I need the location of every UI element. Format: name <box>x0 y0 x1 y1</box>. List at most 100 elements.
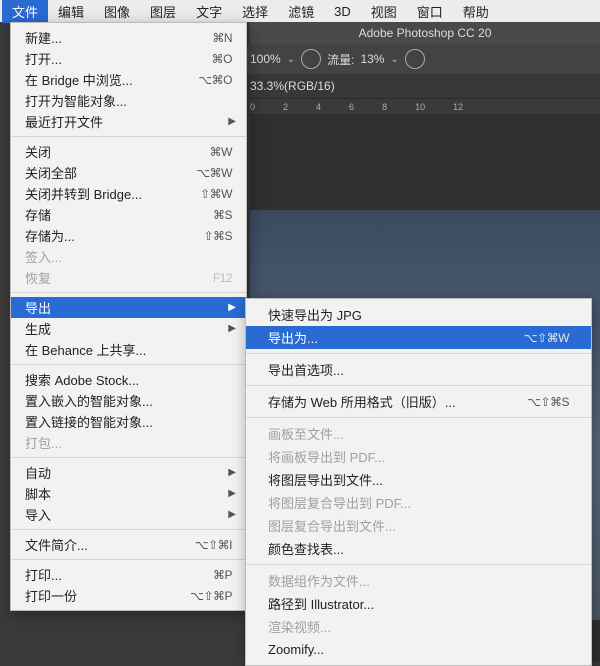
export-menu-item: 将图层复合导出到 PDF... <box>246 491 591 514</box>
menubar-item-图像[interactable]: 图像 <box>94 0 140 23</box>
menubar-item-滤镜[interactable]: 滤镜 <box>278 0 324 23</box>
file-menu: 新建...⌘N打开...⌘O在 Bridge 中浏览...⌥⌘O打开为智能对象.… <box>10 22 247 611</box>
menu-shortcut: ⌥⇧⌘W <box>524 331 569 345</box>
export-menu-item[interactable]: 导出首选项... <box>246 358 591 381</box>
ruler-tick: 4 <box>316 102 321 112</box>
menu-item-label: 存储为... <box>25 226 203 245</box>
menu-separator <box>246 564 591 565</box>
menu-item-label: 路径到 Illustrator... <box>268 594 569 613</box>
menu-item-label: 导出 <box>25 298 232 317</box>
menubar-item-帮助[interactable]: 帮助 <box>453 0 499 23</box>
menubar-item-文件[interactable]: 文件 <box>2 0 48 23</box>
menu-item-label: 将画板导出到 PDF... <box>268 447 569 466</box>
file-menu-item[interactable]: 置入链接的智能对象... <box>11 411 246 432</box>
menu-separator <box>11 292 246 293</box>
export-menu-item: 图层复合导出到文件... <box>246 514 591 537</box>
file-menu-item[interactable]: 搜索 Adobe Stock... <box>11 369 246 390</box>
file-menu-item[interactable]: 存储⌘S <box>11 204 246 225</box>
ruler-tick: 12 <box>453 102 463 112</box>
file-menu-item[interactable]: 在 Bridge 中浏览...⌥⌘O <box>11 69 246 90</box>
menu-item-label: 置入嵌入的智能对象... <box>25 391 232 410</box>
file-menu-item[interactable]: 存储为...⇧⌘S <box>11 225 246 246</box>
menu-shortcut: ⌘P <box>213 568 232 582</box>
menu-shortcut: ⌥⇧⌘S <box>527 395 569 409</box>
export-menu-item[interactable]: 快速导出为 JPG <box>246 303 591 326</box>
menu-shortcut: ⌥⇧⌘P <box>190 589 232 603</box>
file-menu-item[interactable]: 导入▶ <box>11 504 246 525</box>
file-menu-item[interactable]: 导出▶ <box>11 297 246 318</box>
export-submenu: 快速导出为 JPG 导出为...⌥⇧⌘W 导出首选项... 存储为 Web 所用格式（… <box>245 298 592 666</box>
menu-shortcut: ⌥⇧⌘I <box>195 538 232 552</box>
airbrush-icon[interactable] <box>405 49 425 69</box>
flow-value[interactable]: 13% <box>360 52 384 66</box>
submenu-arrow-icon: ▶ <box>228 116 236 127</box>
menu-separator <box>11 559 246 560</box>
menu-item-label: 将图层导出到文件... <box>268 470 569 489</box>
export-menu-item[interactable]: 导出为...⌥⇧⌘W <box>246 326 591 349</box>
export-menu-item[interactable]: Zoomify... <box>246 638 591 661</box>
menu-item-label: 导出为... <box>268 328 524 347</box>
file-menu-item[interactable]: 关闭⌘W <box>11 141 246 162</box>
menu-item-label: 图层复合导出到文件... <box>268 516 569 535</box>
menu-item-label: 新建... <box>25 28 212 47</box>
chevron-down-icon[interactable]: ⌄ <box>287 54 295 65</box>
menu-item-label: 生成 <box>25 319 232 338</box>
menu-item-label: 导出首选项... <box>268 360 569 379</box>
menu-separator <box>246 417 591 418</box>
file-menu-item[interactable]: 最近打开文件▶ <box>11 111 246 132</box>
file-menu-item: 恢复F12 <box>11 267 246 288</box>
menubar-item-编辑[interactable]: 编辑 <box>48 0 94 23</box>
document-tab[interactable]: 33.3%(RGB/16) <box>244 74 600 98</box>
ruler-tick: 0 <box>250 102 255 112</box>
export-menu-item: 渲染视频... <box>246 615 591 638</box>
menu-shortcut: F12 <box>213 271 232 285</box>
file-menu-item[interactable]: 置入嵌入的智能对象... <box>11 390 246 411</box>
file-menu-item: 打包... <box>11 432 246 453</box>
file-menu-item[interactable]: 脚本▶ <box>11 483 246 504</box>
menubar-item-窗口[interactable]: 窗口 <box>407 0 453 23</box>
menu-separator <box>246 385 591 386</box>
menubar-item-3D[interactable]: 3D <box>324 2 361 21</box>
export-menu-item[interactable]: 将图层导出到文件... <box>246 468 591 491</box>
opacity-value[interactable]: 100% <box>250 52 281 66</box>
menu-item-label: 最近打开文件 <box>25 112 232 131</box>
file-menu-item[interactable]: 新建...⌘N <box>11 27 246 48</box>
file-menu-item[interactable]: 自动▶ <box>11 462 246 483</box>
export-menu-item[interactable]: 路径到 Illustrator... <box>246 592 591 615</box>
menu-item-label: 在 Behance 上共享... <box>25 340 232 359</box>
menu-shortcut: ⌥⌘O <box>198 73 232 87</box>
menu-shortcut: ⌥⌘W <box>196 166 232 180</box>
menu-item-label: 存储为 Web 所用格式（旧版）... <box>268 392 527 411</box>
file-menu-item[interactable]: 在 Behance 上共享... <box>11 339 246 360</box>
submenu-arrow-icon: ▶ <box>228 467 236 478</box>
menu-item-label: 快速导出为 JPG <box>268 305 569 324</box>
submenu-arrow-icon: ▶ <box>228 302 236 313</box>
menu-item-label: 存储 <box>25 205 213 224</box>
menu-item-label: 恢复 <box>25 268 213 287</box>
menubar-item-图层[interactable]: 图层 <box>140 0 186 23</box>
menu-item-label: 关闭并转到 Bridge... <box>25 184 200 203</box>
menu-shortcut: ⌘S <box>213 208 232 222</box>
menu-shortcut: ⌘W <box>210 145 232 159</box>
menu-item-label: 颜色查找表... <box>268 539 569 558</box>
brush-pressure-icon[interactable] <box>301 49 321 69</box>
file-menu-item[interactable]: 打印...⌘P <box>11 564 246 585</box>
file-menu-item[interactable]: 文件简介...⌥⇧⌘I <box>11 534 246 555</box>
export-menu-item[interactable]: 颜色查找表... <box>246 537 591 560</box>
menu-item-label: 置入链接的智能对象... <box>25 412 232 431</box>
file-menu-item[interactable]: 关闭全部⌥⌘W <box>11 162 246 183</box>
app-title: Adobe Photoshop CC 20 <box>250 22 600 44</box>
menu-item-label: 渲染视频... <box>268 617 569 636</box>
chevron-down-icon[interactable]: ⌄ <box>390 54 398 65</box>
file-menu-item[interactable]: 打开...⌘O <box>11 48 246 69</box>
file-menu-item[interactable]: 生成▶ <box>11 318 246 339</box>
file-menu-item[interactable]: 打开为智能对象... <box>11 90 246 111</box>
menubar-item-文字[interactable]: 文字 <box>186 0 232 23</box>
export-menu-item[interactable]: 存储为 Web 所用格式（旧版）...⌥⇧⌘S <box>246 390 591 413</box>
menubar-item-视图[interactable]: 视图 <box>361 0 407 23</box>
menubar-item-选择[interactable]: 选择 <box>232 0 278 23</box>
file-menu-item[interactable]: 打印一份⌥⇧⌘P <box>11 585 246 606</box>
ruler-tick: 2 <box>283 102 288 112</box>
file-menu-item[interactable]: 关闭并转到 Bridge...⇧⌘W <box>11 183 246 204</box>
menu-item-label: 打包... <box>25 433 232 452</box>
